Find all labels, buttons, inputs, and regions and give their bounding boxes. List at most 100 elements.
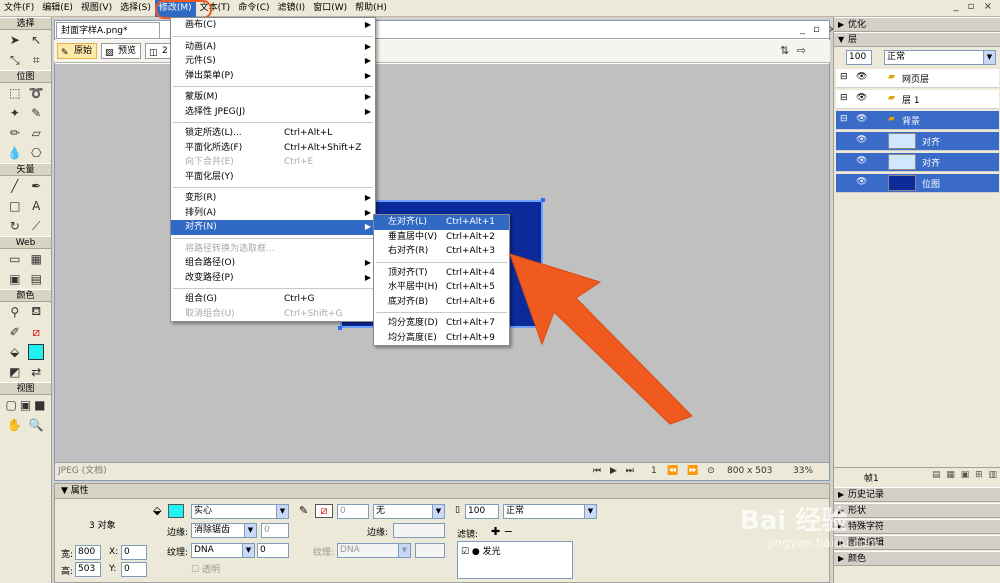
pencil-tool-icon[interactable]: ✏	[7, 125, 23, 141]
layer-row[interactable]: 👁 对齐	[836, 132, 999, 151]
menu-item[interactable]: 元件(S) ▶	[171, 54, 375, 69]
stroke-color-icon[interactable]: ✐	[7, 324, 23, 340]
panel-header[interactable]: ▶ 形状	[834, 503, 1000, 518]
subselect-tool-icon[interactable]: ↖	[28, 32, 44, 48]
stroke-color-box[interactable]: ⧄	[315, 504, 333, 518]
layer-row[interactable]: ⊟ 👁 ▰ 背景	[836, 111, 999, 130]
edge-select[interactable]: 消除锯齿 ▼	[191, 523, 257, 538]
menu-item[interactable]: 动画(A) ▶	[171, 40, 375, 55]
y-field[interactable]: 0	[121, 562, 147, 577]
menu-item[interactable]: 改变路径(P) ▶	[171, 271, 375, 286]
menu-8[interactable]: 窗口(W)	[309, 0, 351, 17]
layer-row[interactable]: ⊟ 👁 ▰ 网页层	[836, 69, 999, 88]
transparent-checkbox[interactable]: ☐ 透明	[191, 562, 220, 575]
menu-item[interactable]: 画布(C) ▶	[171, 18, 375, 33]
blur-tool-icon[interactable]: 💧	[7, 145, 23, 161]
zoom-tool-icon[interactable]: 🔍	[28, 417, 44, 433]
properties-header[interactable]: ▼ 属性	[55, 484, 829, 499]
menu-item[interactable]: 向下合并(E) Ctrl+E	[171, 155, 375, 170]
layer-action-icons[interactable]: ▤ ▦ ▣ ⊞ ▥	[932, 470, 997, 480]
menu-item[interactable]: 弹出菜单(P) ▶	[171, 69, 375, 84]
edge-amount-field[interactable]: 0	[261, 523, 289, 538]
two-up-view-button[interactable]: ◫ 2	[145, 43, 173, 59]
width-field[interactable]: 800	[75, 545, 101, 560]
menu-item[interactable]: 变形(R) ▶	[171, 191, 375, 206]
no-stroke-icon[interactable]: ⧄	[28, 324, 44, 340]
eraser-tool-icon[interactable]: ▱	[28, 125, 44, 141]
filters-list[interactable]: ☑ ● 发光	[457, 541, 573, 579]
preview-view-button[interactable]: ▨ 预览	[101, 43, 142, 59]
blend-mode-select[interactable]: 正常 ▼	[503, 504, 597, 519]
pen-tool-icon[interactable]: ✒	[28, 178, 44, 194]
freeform-tool-icon[interactable]: ↻	[7, 218, 23, 234]
hide-slices-icon[interactable]: ▣	[7, 271, 23, 287]
rectangle-tool-icon[interactable]: □	[7, 198, 23, 214]
panel-header[interactable]: ▶ 历史记录	[834, 487, 1000, 502]
layer-blend-select[interactable]: 正常 ▼	[884, 50, 996, 65]
hand-tool-icon[interactable]: ✋	[7, 417, 23, 433]
menu-item[interactable]: 组合(G) Ctrl+G	[171, 292, 375, 307]
eye-icon[interactable]: 👁	[856, 177, 867, 187]
menu-item[interactable]: 蒙版(M) ▶	[171, 90, 375, 105]
menu-0[interactable]: 文件(F)	[0, 0, 38, 17]
marquee-tool-icon[interactable]: ⬚	[7, 85, 23, 101]
fill-color-box[interactable]	[168, 504, 184, 518]
stroke-edge-field[interactable]	[393, 523, 445, 538]
frame-label[interactable]: 帧1	[864, 471, 879, 484]
menu-9[interactable]: 帮助(H)	[351, 0, 391, 17]
crop-tool-icon[interactable]: ⌗	[28, 52, 44, 68]
full-screen-menu-icon[interactable]: ▣	[18, 397, 32, 413]
menu-item[interactable]: 对齐(N) ▶	[171, 220, 375, 235]
eye-icon[interactable]: 👁	[856, 114, 867, 124]
menu-6[interactable]: 命令(C)	[234, 0, 273, 17]
view-toolbar-icons[interactable]: ⇅ ⇨	[780, 44, 806, 57]
stroke-size-field[interactable]: 0	[337, 504, 369, 519]
menu-item[interactable]: 锁定所选(L)... Ctrl+Alt+L	[171, 126, 375, 141]
pointer-tool-icon[interactable]: ➤	[7, 32, 23, 48]
layers-panel-header[interactable]: ▼ 层	[834, 32, 1000, 47]
layer-row[interactable]: ⊟ 👁 ▰ 层 1	[836, 90, 999, 109]
standard-screen-icon[interactable]: ▢	[4, 397, 18, 413]
menu-item[interactable]: 取消组合(U) Ctrl+Shift+G	[171, 307, 375, 322]
selection-handle[interactable]	[541, 198, 545, 202]
opacity-field[interactable]: 100	[465, 504, 499, 519]
hotspot-tool-icon[interactable]: ▭	[7, 251, 23, 267]
menu-1[interactable]: 编辑(E)	[38, 0, 77, 17]
fill-color-swatch[interactable]	[28, 344, 45, 360]
line-tool-icon[interactable]: ╱	[7, 178, 23, 194]
menu-2[interactable]: 视图(V)	[77, 0, 116, 17]
eye-icon[interactable]: 👁	[856, 93, 867, 103]
texture-amount-field[interactable]: 0	[257, 543, 289, 558]
menu-item[interactable]: 将路径转换为选取框...	[171, 242, 375, 257]
stroke-texture-select[interactable]: DNA ▼	[337, 543, 411, 558]
scale-tool-icon[interactable]: ⤡	[7, 52, 23, 68]
expand-toggle-icon[interactable]: ⊟	[840, 72, 848, 82]
slice-tool-icon[interactable]: ▦	[28, 251, 44, 267]
selection-handle[interactable]	[338, 326, 342, 330]
full-screen-icon[interactable]: ■	[33, 397, 47, 413]
layer-opacity-field[interactable]: 100	[846, 50, 872, 65]
menu-7[interactable]: 滤镜(I)	[274, 0, 310, 17]
text-tool-icon[interactable]: A	[28, 198, 44, 214]
show-slices-icon[interactable]: ▤	[28, 271, 44, 287]
window-controls[interactable]: _ ▫ ×	[953, 1, 992, 12]
eye-icon[interactable]: 👁	[856, 72, 867, 82]
original-view-button[interactable]: ✎ 原始	[57, 43, 98, 59]
eye-icon[interactable]: 👁	[856, 156, 867, 166]
height-field[interactable]: 503	[75, 562, 101, 577]
zoom-select[interactable]: 33%	[793, 463, 813, 480]
panel-header[interactable]: ▶ 特殊字符	[834, 519, 1000, 534]
eyedropper-icon[interactable]: ⚲	[7, 304, 23, 320]
menu-3[interactable]: 选择(S)	[116, 0, 155, 17]
knife-tool-icon[interactable]: ⟋	[28, 218, 44, 234]
default-colors-icon[interactable]: ◩	[7, 364, 23, 380]
expand-toggle-icon[interactable]: ⊟	[840, 93, 848, 103]
layer-row[interactable]: 👁 位图	[836, 174, 999, 193]
x-field[interactable]: 0	[121, 545, 147, 560]
menu-item[interactable]: 平面化层(Y)	[171, 170, 375, 185]
filter-item[interactable]: ☑ ● 发光	[461, 544, 501, 557]
fill-type-select[interactable]: 实心 ▼	[191, 504, 289, 519]
brush-tool-icon[interactable]: ✎	[28, 105, 44, 121]
texture-select[interactable]: DNA ▼	[191, 543, 255, 558]
stroke-type-select[interactable]: 无 ▼	[373, 504, 445, 519]
